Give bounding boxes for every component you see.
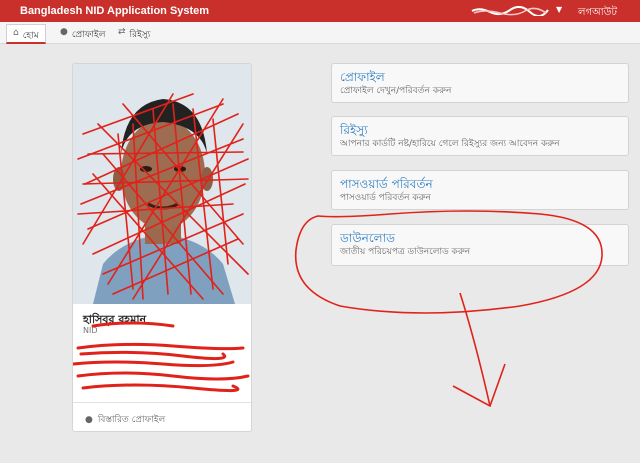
tab-home[interactable]: ⌂ হোম	[6, 24, 46, 44]
nid-label: NID	[83, 326, 98, 335]
menu-title: রিইস্যু	[340, 123, 368, 137]
redacted-username-scribble	[471, 6, 549, 16]
tab-label: রিইস্যু	[129, 30, 151, 40]
menu-desc: পাসওয়ার্ড পরিবর্তন করুন	[340, 193, 431, 203]
divider	[73, 402, 251, 403]
user-icon: ●	[85, 414, 93, 425]
menu-title: পাসওয়ার্ড পরিবর্তন	[340, 177, 433, 191]
detailed-profile-link[interactable]: ● বিস্তারিত প্রোফাইল	[85, 412, 165, 427]
logout-link[interactable]: লগআউট	[578, 5, 617, 22]
profile-card: হাসিবুর রহমান NID ● বিস্তারিত প্রোফাইল	[72, 63, 252, 432]
tab-label: প্রোফাইল	[71, 30, 106, 40]
home-icon: ⌂	[13, 28, 19, 38]
menu-desc: আপনার কার্ডটি নষ্ট/হারিয়ে গেলে রিইস্যুর…	[340, 139, 560, 149]
chevron-down-icon[interactable]: ▼	[556, 5, 562, 14]
detailed-profile-label: বিস্তারিত প্রোফাইল	[97, 415, 166, 425]
profile-photo	[73, 64, 251, 304]
app-title[interactable]: Bangladesh NID Application System	[20, 5, 209, 17]
menu-reissue[interactable]: রিইস্যু আপনার কার্ডটি নষ্ট/হারিয়ে গেলে …	[331, 116, 629, 156]
tab-label: হোম	[22, 31, 39, 41]
tab-bar: ⌂ হোম ● প্রোফাইল ⇄ রিইস্যু	[0, 22, 640, 44]
tab-profile[interactable]: ● প্রোফাইল	[54, 24, 111, 44]
top-navbar: Bangladesh NID Application System ▼ লগআউ…	[0, 0, 640, 22]
menu-download[interactable]: ডাউনলোড জাতীয় পরিচয়পত্র ডাউনলোড করুন	[331, 224, 629, 266]
menu-title: ডাউনলোড	[340, 231, 395, 245]
menu-desc: জাতীয় পরিচয়পত্র ডাউনলোড করুন	[340, 247, 471, 257]
menu-profile[interactable]: প্রোফাইল প্রোফাইল দেখুন/পরিবর্তন করুন	[331, 63, 629, 103]
menu-desc: প্রোফাইল দেখুন/পরিবর্তন করুন	[340, 86, 452, 96]
menu-change-password[interactable]: পাসওয়ার্ড পরিবর্তন পাসওয়ার্ড পরিবর্তন …	[331, 170, 629, 210]
user-menu[interactable]	[470, 4, 560, 18]
user-icon: ●	[60, 27, 68, 37]
refresh-icon: ⇄	[118, 27, 126, 37]
photo-illustration	[73, 64, 251, 304]
tab-reissue[interactable]: ⇄ রিইস্যু	[112, 24, 156, 44]
menu-title: প্রোফাইল	[340, 70, 385, 84]
